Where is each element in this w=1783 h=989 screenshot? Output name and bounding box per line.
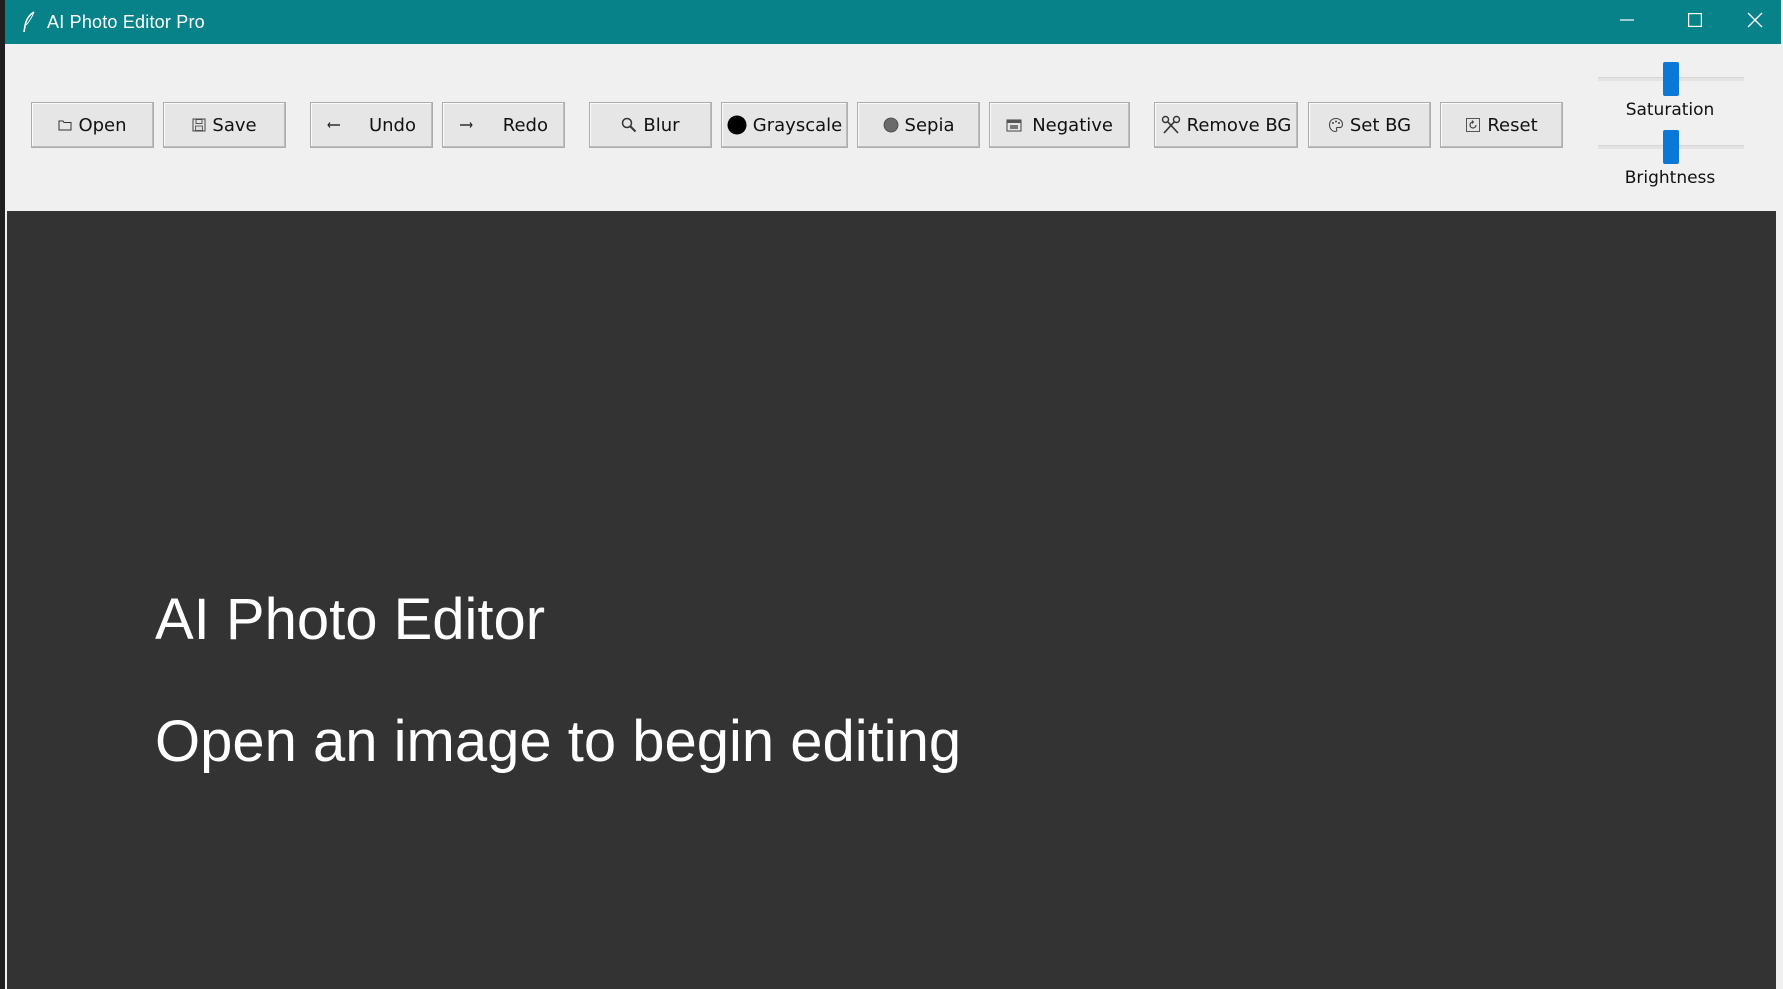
- maximize-button[interactable]: [1661, 0, 1729, 44]
- blur-button[interactable]: Blur: [589, 102, 712, 148]
- open-button[interactable]: Open: [31, 102, 154, 148]
- brightness-slider: Brightness: [1590, 128, 1750, 188]
- grayscale-button-label: Grayscale: [752, 114, 843, 136]
- window-title: AI Photo Editor Pro: [47, 11, 205, 32]
- remove-bg-button[interactable]: Remove BG: [1154, 102, 1298, 148]
- close-button[interactable]: [1729, 0, 1781, 44]
- film-frame-icon: [1006, 118, 1022, 132]
- blur-button-label: Blur: [643, 114, 680, 136]
- grayscale-button[interactable]: Grayscale: [721, 102, 848, 148]
- palette-icon: [1328, 117, 1344, 133]
- save-button-label: Save: [212, 114, 257, 136]
- save-button[interactable]: Save: [163, 102, 286, 148]
- sepia-button-label: Sepia: [904, 114, 955, 136]
- feather-icon: [21, 11, 37, 33]
- edge-accent: [0, 977, 3, 989]
- minimize-icon: [1620, 13, 1634, 32]
- saturation-slider: Saturation: [1590, 60, 1750, 120]
- canvas-heading: AI Photo Editor: [155, 587, 546, 652]
- undo-button-label: Undo: [368, 114, 416, 136]
- brightness-slider-thumb[interactable]: [1663, 130, 1679, 164]
- redo-button[interactable]: Redo: [442, 102, 565, 148]
- undo-button[interactable]: Undo: [310, 102, 433, 148]
- sepia-button[interactable]: Sepia: [857, 102, 980, 148]
- canvas-message: Open an image to begin editing: [155, 709, 962, 774]
- redo-button-label: Redo: [502, 114, 548, 136]
- redo-arrow-icon: [459, 121, 473, 129]
- undo-arrow-icon: [327, 121, 341, 129]
- negative-button-label: Negative: [1032, 114, 1113, 136]
- toolbar: Open Save Undo Redo Blur Grayscale Sepia…: [5, 44, 1781, 211]
- title-bar[interactable]: AI Photo Editor Pro: [5, 0, 1781, 44]
- folder-icon: [58, 119, 72, 131]
- brightness-label: Brightness: [1624, 168, 1716, 188]
- negative-button[interactable]: Negative: [989, 102, 1130, 148]
- saturation-label: Saturation: [1625, 100, 1715, 120]
- brown-circle-icon: [883, 117, 899, 133]
- open-button-label: Open: [78, 114, 127, 136]
- reset-button-label: Reset: [1487, 114, 1538, 136]
- set-bg-button-label: Set BG: [1349, 114, 1412, 136]
- image-canvas[interactable]: AI Photo Editor Open an image to begin e…: [7, 211, 1776, 989]
- close-icon: [1747, 12, 1763, 33]
- reset-button[interactable]: Reset: [1440, 102, 1563, 148]
- maximize-icon: [1688, 12, 1703, 32]
- saturation-slider-thumb[interactable]: [1663, 62, 1679, 96]
- minimize-button[interactable]: [1593, 0, 1661, 44]
- magnifier-icon: [621, 117, 637, 133]
- black-circle-icon: [727, 115, 747, 135]
- floppy-disk-icon: [192, 118, 206, 132]
- remove-bg-button-label: Remove BG: [1186, 114, 1292, 136]
- scissors-icon: [1161, 115, 1181, 135]
- window-controls: [1593, 0, 1781, 44]
- reset-icon: [1465, 117, 1481, 133]
- app-window: AI Photo Editor Pro Open Save Undo Redo …: [0, 0, 1783, 989]
- set-bg-button[interactable]: Set BG: [1308, 102, 1431, 148]
